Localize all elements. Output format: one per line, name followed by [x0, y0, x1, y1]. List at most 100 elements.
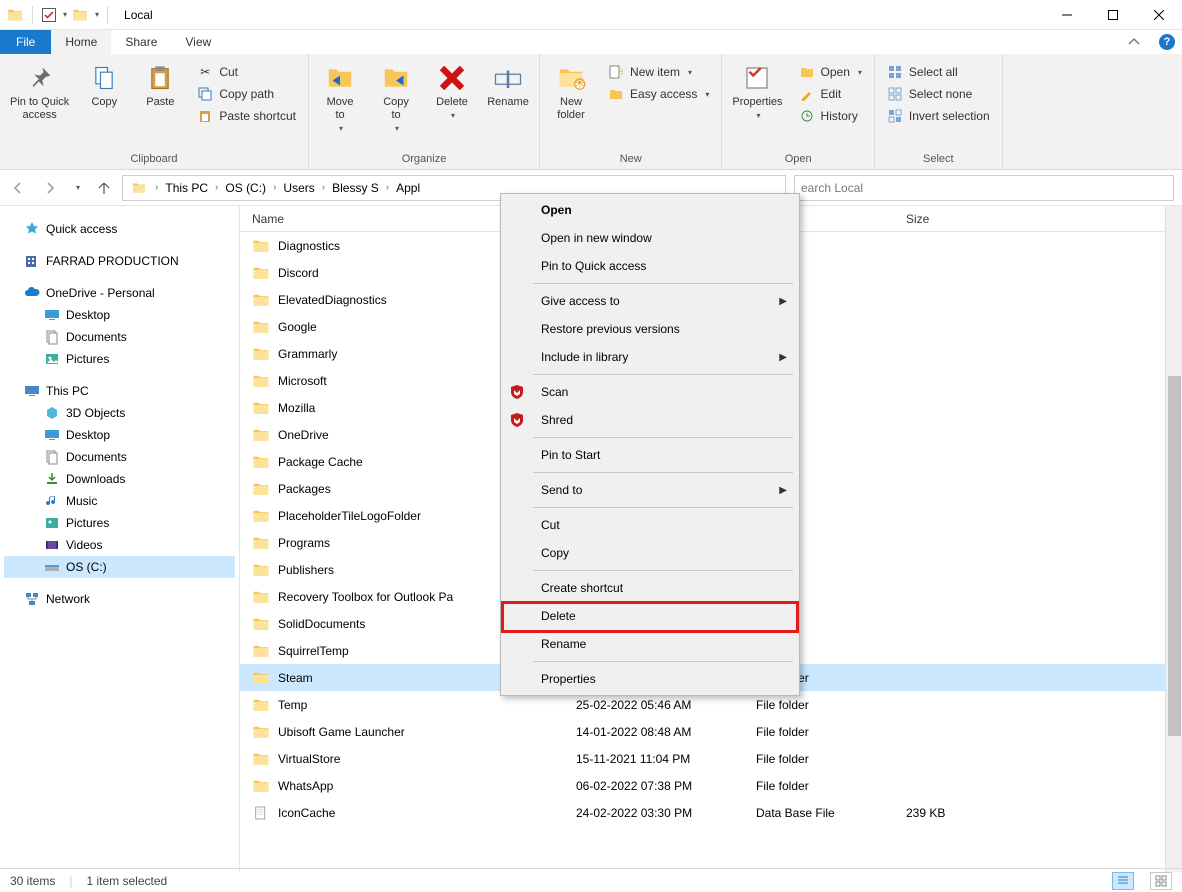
tree-this-pc[interactable]: This PC	[4, 380, 235, 402]
easy-access-button[interactable]: Easy access▾	[604, 84, 713, 104]
folder-icon	[252, 481, 270, 497]
vertical-scrollbar[interactable]	[1165, 206, 1182, 872]
context-item-pin-to-quick-access[interactable]: Pin to Quick access	[533, 252, 797, 280]
details-view-button[interactable]	[1112, 872, 1134, 890]
copy-to-button[interactable]: Copy to▾	[371, 58, 421, 137]
tab-view[interactable]: View	[171, 30, 225, 54]
col-header-size[interactable]: Size	[896, 212, 1046, 226]
context-item-create-shortcut[interactable]: Create shortcut	[533, 574, 797, 602]
tab-share[interactable]: Share	[111, 30, 171, 54]
new-item-button[interactable]: ✳New item▾	[604, 62, 713, 82]
file-name: Discord	[278, 266, 319, 280]
tree-farrad[interactable]: FARRAD PRODUCTION	[4, 250, 235, 272]
close-button[interactable]	[1136, 0, 1182, 30]
cut-button[interactable]: ✂Cut	[193, 62, 300, 82]
tree-pc-downloads[interactable]: Downloads	[4, 468, 235, 490]
edit-button[interactable]: Edit	[795, 84, 866, 104]
crumb[interactable]: This PC	[162, 181, 211, 195]
search-input[interactable]: earch Local	[794, 175, 1174, 201]
file-name: Package Cache	[278, 455, 363, 469]
collapse-ribbon-icon[interactable]	[1116, 30, 1152, 54]
context-item-cut[interactable]: Cut	[533, 511, 797, 539]
delete-button[interactable]: Delete▾	[427, 58, 477, 124]
tree-pc-desktop[interactable]: Desktop	[4, 424, 235, 446]
paste-shortcut-button[interactable]: Paste shortcut	[193, 106, 300, 126]
new-folder-button[interactable]: ✳New folder	[546, 58, 596, 126]
file-row[interactable]: Ubisoft Game Launcher14-01-2022 08:48 AM…	[240, 718, 1182, 745]
folder-icon	[252, 778, 270, 794]
context-item-label: Open	[541, 203, 572, 217]
context-item-send-to[interactable]: Send to▶	[533, 476, 797, 504]
context-item-pin-to-start[interactable]: Pin to Start	[533, 441, 797, 469]
invert-selection-button[interactable]: Invert selection	[883, 106, 994, 126]
context-item-restore-previous-versions[interactable]: Restore previous versions	[533, 315, 797, 343]
qat-dropdown2-icon[interactable]: ▾	[95, 10, 99, 19]
select-all-button[interactable]: Select all	[883, 62, 994, 82]
context-item-rename[interactable]: Rename	[533, 630, 797, 658]
mcafee-shield-icon	[505, 412, 529, 428]
crumb[interactable]: OS (C:)	[222, 181, 269, 195]
help-button[interactable]: ?	[1152, 30, 1182, 54]
tree-3d-objects[interactable]: 3D Objects	[4, 402, 235, 424]
nav-back-button[interactable]	[8, 178, 28, 198]
tab-file[interactable]: File	[0, 30, 51, 54]
nav-up-button[interactable]	[94, 178, 114, 198]
tree-od-pictures[interactable]: Pictures	[4, 348, 235, 370]
tree-od-documents[interactable]: Documents	[4, 326, 235, 348]
nav-history-dropdown[interactable]: ▾	[74, 181, 82, 194]
tree-network[interactable]: Network	[4, 588, 235, 610]
file-row[interactable]: WhatsApp06-02-2022 07:38 PMFile folder	[240, 772, 1182, 799]
file-name: Microsoft	[278, 374, 327, 388]
folder-icon	[252, 535, 270, 551]
context-separator	[533, 374, 793, 375]
file-row[interactable]: IconCache24-02-2022 03:30 PMData Base Fi…	[240, 799, 1182, 826]
history-button[interactable]: History	[795, 106, 866, 126]
tree-onedrive[interactable]: OneDrive - Personal	[4, 282, 235, 304]
scrollbar-thumb[interactable]	[1168, 376, 1181, 736]
context-item-include-in-library[interactable]: Include in library▶	[533, 343, 797, 371]
file-row[interactable]: VirtualStore15-11-2021 11:04 PMFile fold…	[240, 745, 1182, 772]
context-item-label: Create shortcut	[541, 581, 623, 595]
context-item-copy[interactable]: Copy	[533, 539, 797, 567]
download-icon	[44, 471, 60, 487]
file-name: Ubisoft Game Launcher	[278, 725, 405, 739]
context-separator	[533, 507, 793, 508]
context-item-delete[interactable]: Delete	[533, 602, 797, 630]
context-item-open-in-new-window[interactable]: Open in new window	[533, 224, 797, 252]
copy-path-button[interactable]: Copy path	[193, 84, 300, 104]
tree-pc-videos[interactable]: Videos	[4, 534, 235, 556]
copy-button[interactable]: Copy	[79, 58, 129, 113]
minimize-button[interactable]	[1044, 0, 1090, 30]
group-label-select: Select	[881, 151, 996, 167]
context-item-shred[interactable]: Shred	[533, 406, 797, 434]
pin-to-quick-access-button[interactable]: Pin to Quick access	[6, 58, 73, 126]
tree-pc-documents[interactable]: Documents	[4, 446, 235, 468]
properties-button[interactable]: Properties▾	[728, 58, 786, 124]
tab-home[interactable]: Home	[51, 30, 111, 54]
paste-button[interactable]: Paste	[135, 58, 185, 113]
thumbnails-view-button[interactable]	[1150, 872, 1172, 890]
tree-quick-access[interactable]: Quick access	[4, 218, 235, 240]
crumb[interactable]: Blessy S	[329, 181, 382, 195]
crumb[interactable]: Appl	[393, 181, 423, 195]
context-item-give-access-to[interactable]: Give access to▶	[533, 287, 797, 315]
tree-od-desktop[interactable]: Desktop	[4, 304, 235, 326]
status-selected-count: 1 item selected	[86, 874, 167, 888]
nav-forward-button[interactable]	[40, 178, 60, 198]
tree-pc-os[interactable]: OS (C:)	[4, 556, 235, 578]
maximize-button[interactable]	[1090, 0, 1136, 30]
titlebar: ▾ ▾ Local	[0, 0, 1182, 30]
context-item-properties[interactable]: Properties	[533, 665, 797, 693]
qat-checkbox-icon[interactable]	[41, 7, 57, 23]
open-button[interactable]: Open▾	[795, 62, 866, 82]
rename-button[interactable]: Rename	[483, 58, 533, 113]
tree-pc-pictures[interactable]: Pictures	[4, 512, 235, 534]
qat-dropdown-icon[interactable]: ▾	[63, 10, 67, 19]
context-item-scan[interactable]: Scan	[533, 378, 797, 406]
submenu-arrow-icon: ▶	[779, 296, 787, 307]
move-to-button[interactable]: Move to▾	[315, 58, 365, 137]
select-none-button[interactable]: Select none	[883, 84, 994, 104]
tree-pc-music[interactable]: Music	[4, 490, 235, 512]
crumb[interactable]: Users	[280, 181, 317, 195]
context-item-open[interactable]: Open	[533, 196, 797, 224]
